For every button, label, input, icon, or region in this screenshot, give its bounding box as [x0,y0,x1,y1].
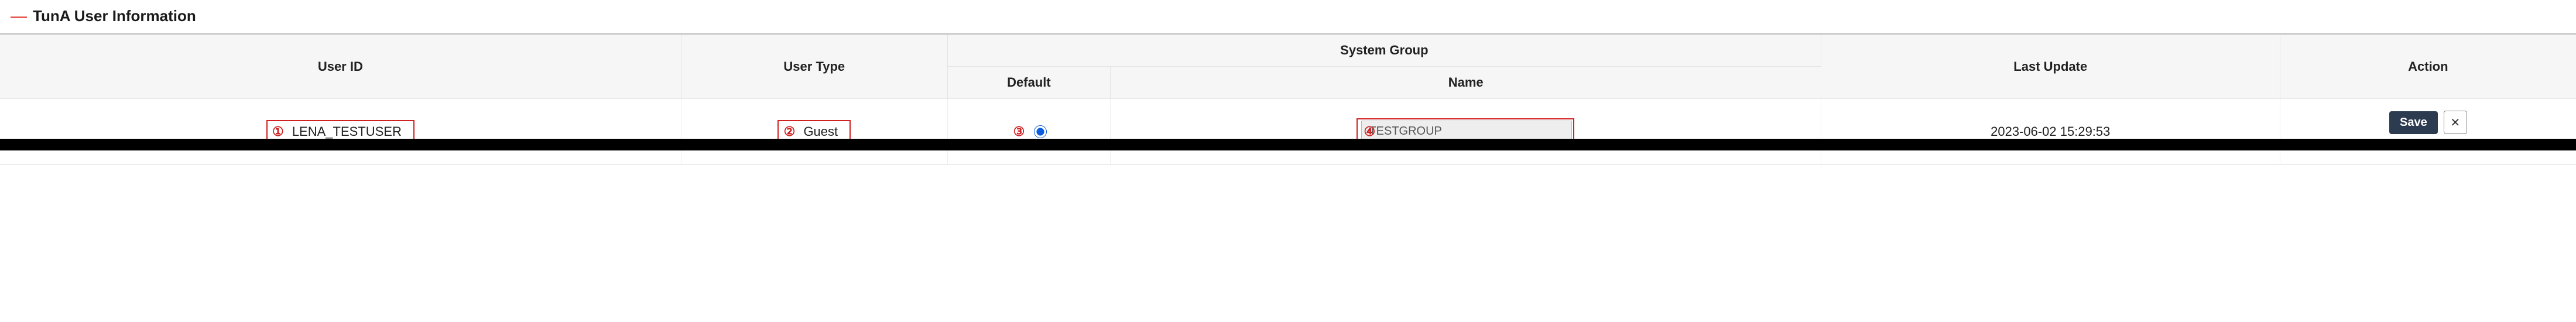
callout-3-icon: ③ [1010,124,1027,140]
user-id-value: LENA_TESTUSER [292,124,402,139]
th-default: Default [947,67,1110,99]
cell-last-update: 2023-06-02 15:29:53 [1821,99,2280,165]
last-update-value: 2023-06-02 15:29:53 [1991,124,2110,139]
cell-default: ③ [947,99,1110,165]
th-action: Action [2280,34,2576,99]
callout-2-icon: ② [781,124,797,140]
callout-4-icon: ④ [1361,124,1378,140]
close-icon: ✕ [2450,115,2460,130]
bottom-divider [0,139,2576,150]
default-radio[interactable] [1034,125,1047,138]
table-row: ① LENA_TESTUSER ② Guest ③ [0,99,2576,165]
th-system-group: System Group [947,34,1821,67]
th-name: Name [1111,67,1821,99]
save-button[interactable]: Save [2389,111,2438,134]
callout-1-icon: ① [270,124,286,140]
collapse-icon[interactable]: — [11,8,27,25]
user-info-table: User ID User Type System Group Last Upda… [0,33,2576,165]
cell-user-type: ② Guest [681,99,947,165]
cell-user-id: ① LENA_TESTUSER [0,99,681,165]
user-type-value: Guest [803,124,838,139]
th-user-id: User ID [0,34,681,99]
cell-group-name: ④ TESTGROUP [1111,99,1821,165]
th-user-type: User Type [681,34,947,99]
section-header: — TunA User Information [0,0,2576,33]
close-button[interactable]: ✕ [2444,111,2467,134]
section-title: TunA User Information [33,7,196,25]
cell-action: Save ✕ ⑤ ⑥ [2280,99,2576,165]
th-last-update: Last Update [1821,34,2280,99]
